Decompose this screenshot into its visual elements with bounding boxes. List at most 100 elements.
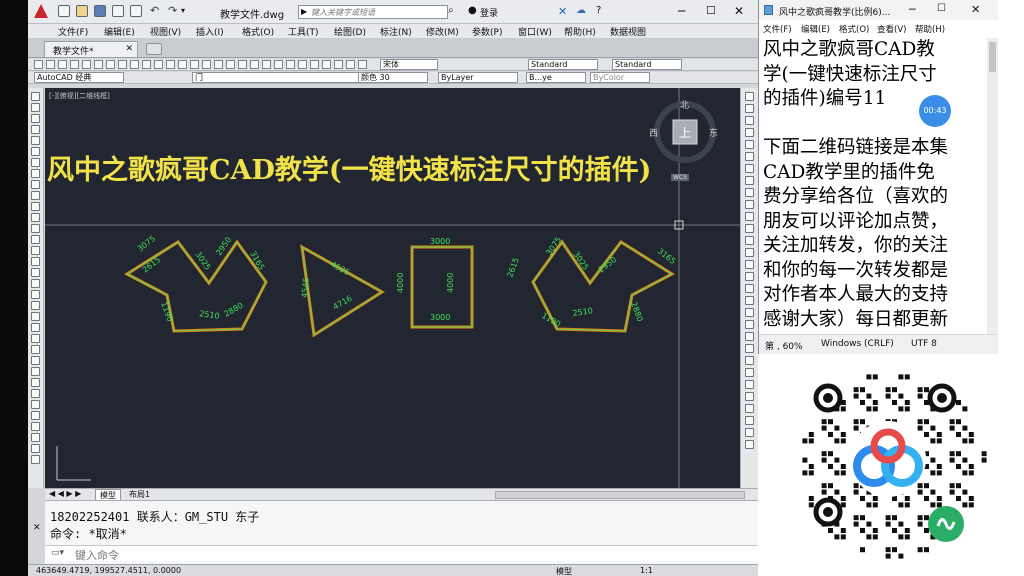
compass-east[interactable]: 东 — [709, 126, 718, 139]
modify-tool-icon[interactable] — [745, 356, 754, 365]
new-file-icon[interactable] — [58, 5, 70, 17]
modify-tool-icon[interactable] — [745, 440, 754, 449]
dimension-text[interactable]: 4525 — [329, 260, 351, 278]
cad-menu-item[interactable]: 参数(P) — [472, 25, 502, 38]
dimension-text[interactable]: 4545 — [300, 277, 311, 298]
draw-tool-icon[interactable] — [31, 202, 40, 211]
modify-tool-icon[interactable] — [745, 212, 754, 221]
cad-menu-item[interactable]: 帮助(H) — [564, 25, 596, 38]
draw-tool-icon[interactable] — [31, 400, 40, 409]
draw-tool-icon[interactable] — [31, 114, 40, 123]
notepad-minimize-button[interactable]: ─ — [909, 3, 916, 16]
a360-icon[interactable]: ☁ — [576, 5, 586, 16]
drawing-canvas[interactable]: [-][俯视][二维线框] 307526153025295031651 — [45, 88, 740, 488]
dimension-text[interactable]: 2880 — [629, 301, 644, 323]
cad-menu-item[interactable]: 工具(T) — [288, 25, 319, 38]
lineweight-select[interactable]: B...ye — [526, 72, 586, 83]
maximize-button[interactable]: ☐ — [706, 4, 716, 17]
status-model[interactable]: 模型 — [556, 566, 572, 576]
search-box[interactable]: ▶ 键入关键字或短语 — [298, 5, 448, 19]
textstyle-select[interactable]: Standard — [528, 59, 598, 70]
draw-tool-icon[interactable] — [31, 268, 40, 277]
modify-tool-icon[interactable] — [745, 140, 754, 149]
draw-tool-icon[interactable] — [31, 158, 40, 167]
modify-tool-icon[interactable] — [745, 320, 754, 329]
notepad-scroll-thumb[interactable] — [989, 42, 996, 72]
modify-tool-icon[interactable] — [745, 236, 754, 245]
modify-tool-icon[interactable] — [745, 116, 754, 125]
viewcube-top-label[interactable]: 上 — [679, 124, 691, 141]
modify-tool-icon[interactable] — [745, 308, 754, 317]
tab-layout1[interactable]: 布局1 — [129, 489, 150, 500]
dimension-text[interactable]: 3000 — [430, 237, 450, 246]
dimension-text[interactable]: 2950 — [597, 255, 619, 275]
draw-tool-icon[interactable] — [31, 213, 40, 222]
new-tab-button[interactable] — [146, 43, 162, 55]
close-button[interactable]: ✕ — [734, 4, 744, 18]
draw-tool-icon[interactable] — [31, 455, 40, 464]
font-select[interactable]: 宋体 — [380, 59, 438, 70]
dimension-text[interactable]: 2615 — [505, 256, 520, 278]
quick-access-dropdown-icon[interactable]: ▾ — [181, 6, 185, 15]
modify-tool-icon[interactable] — [745, 272, 754, 281]
draw-tool-icon[interactable] — [31, 411, 40, 420]
cmd-input[interactable]: 键入命令 — [75, 547, 119, 563]
doc-tab-close-icon[interactable]: ✕ — [125, 44, 133, 54]
notepad-close-button[interactable]: ✕ — [971, 3, 980, 16]
login-button[interactable]: 登录 — [480, 6, 498, 19]
modify-tool-icon[interactable] — [745, 428, 754, 437]
dimension-text[interactable]: 4000 — [396, 273, 405, 293]
save-icon[interactable] — [94, 5, 106, 17]
modify-tool-icon[interactable] — [745, 188, 754, 197]
modify-tool-icon[interactable] — [745, 332, 754, 341]
draw-tool-icon[interactable] — [31, 224, 40, 233]
dimension-text[interactable]: 2510 — [572, 306, 593, 318]
horizontal-scrollbar[interactable] — [495, 491, 745, 499]
modify-tool-icon[interactable] — [745, 284, 754, 293]
cad-menu-item[interactable]: 数据视图 — [610, 25, 646, 38]
exchange-icon[interactable]: ✕ — [558, 5, 567, 18]
modify-tool-icon[interactable] — [745, 416, 754, 425]
draw-tool-icon[interactable] — [31, 345, 40, 354]
modify-tool-icon[interactable] — [745, 392, 754, 401]
draw-tool-icon[interactable] — [31, 444, 40, 453]
cad-menu-item[interactable]: 格式(O) — [242, 25, 274, 38]
notepad-menu-item[interactable]: 编辑(E) — [801, 23, 830, 35]
draw-tool-icon[interactable] — [31, 290, 40, 299]
modify-tool-icon[interactable] — [745, 404, 754, 413]
draw-tool-icon[interactable] — [31, 312, 40, 321]
notepad-text-area[interactable]: 风中之歌疯哥CAD教 学(一键快速标注尺寸 的插件)编号11 下面二维码链接是本集 CA… — [763, 38, 985, 334]
modify-tool-icon[interactable] — [745, 128, 754, 137]
modify-tool-icon[interactable] — [745, 260, 754, 269]
draw-tool-icon[interactable] — [31, 103, 40, 112]
cad-menu-item[interactable]: 修改(M) — [426, 25, 459, 38]
draw-tool-icon[interactable] — [31, 125, 40, 134]
annotation-scale[interactable]: 1:1 — [640, 566, 653, 575]
draw-tool-icon[interactable] — [31, 246, 40, 255]
cad-menu-item[interactable]: 插入(I) — [196, 25, 224, 38]
dimension-text[interactable]: 3000 — [430, 313, 450, 322]
notepad-menu-item[interactable]: 文件(F) — [763, 23, 792, 35]
draw-tool-icon[interactable] — [31, 378, 40, 387]
modify-tool-icon[interactable] — [745, 164, 754, 173]
redo-icon[interactable]: ↷ — [168, 4, 177, 17]
cad-menu-item[interactable]: 视图(V) — [150, 25, 181, 38]
dimension-text[interactable]: 1190 — [540, 311, 562, 329]
print-icon[interactable] — [130, 5, 142, 17]
draw-tool-icon[interactable] — [31, 389, 40, 398]
cad-menu-item[interactable]: 窗口(W) — [518, 25, 552, 38]
dimension-text[interactable]: 2880 — [223, 301, 245, 319]
cmd-close-icon[interactable]: ✕ — [33, 523, 41, 533]
cad-menu-item[interactable]: 编辑(E) — [104, 25, 135, 38]
workspace-select[interactable]: AutoCAD 经典 — [34, 72, 124, 83]
cad-menu-item[interactable]: 文件(F) — [58, 25, 88, 38]
search-input[interactable]: 键入关键字或短语 — [311, 7, 375, 18]
draw-tool-icon[interactable] — [31, 334, 40, 343]
app-logo-icon[interactable] — [34, 4, 48, 18]
modify-tool-icon[interactable] — [745, 200, 754, 209]
modify-tool-icon[interactable] — [745, 248, 754, 257]
modify-tool-icon[interactable] — [745, 152, 754, 161]
draw-tool-icon[interactable] — [31, 301, 40, 310]
compass-north[interactable]: 北 — [680, 98, 689, 111]
modify-tool-icon[interactable] — [745, 368, 754, 377]
